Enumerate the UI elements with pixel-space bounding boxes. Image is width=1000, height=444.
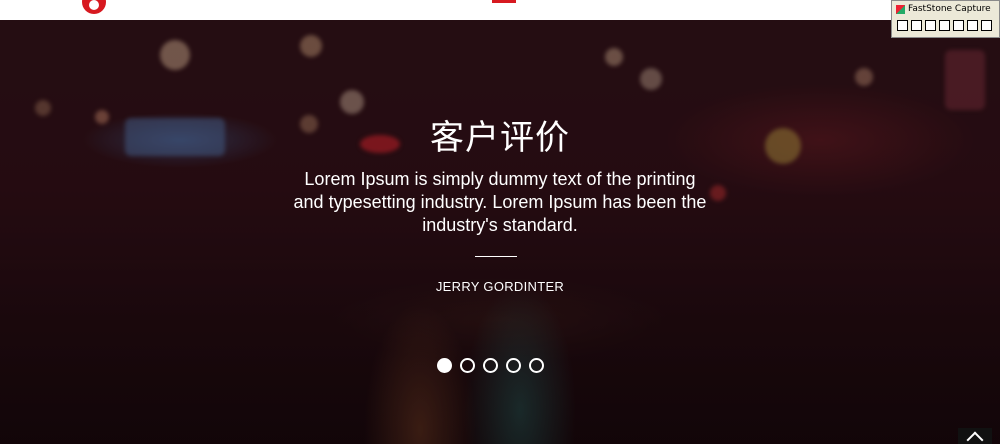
carousel-dot-4[interactable] — [506, 358, 521, 373]
brand-logo[interactable] — [82, 0, 106, 14]
capture-window-icon[interactable] — [897, 20, 908, 31]
testimonial-content: 客户评价 Lorem Ipsum is simply dummy text of… — [0, 20, 1000, 444]
carousel-dot-1[interactable] — [437, 358, 452, 373]
faststone-title: FastStone Capture — [908, 4, 991, 14]
capture-fullscreen-icon[interactable] — [953, 20, 964, 31]
carousel-dot-3[interactable] — [483, 358, 498, 373]
scroll-to-top-button[interactable] — [958, 428, 992, 444]
carousel-dot-2[interactable] — [460, 358, 475, 373]
capture-freehand-icon[interactable] — [939, 20, 950, 31]
carousel-dot-5[interactable] — [529, 358, 544, 373]
capture-rectangle-icon[interactable] — [925, 20, 936, 31]
faststone-capture-toolbar[interactable]: FastStone Capture — [891, 0, 1000, 38]
testimonial-hero: 客户评价 Lorem Ipsum is simply dummy text of… — [0, 20, 1000, 444]
divider — [475, 256, 517, 257]
faststone-tools — [892, 17, 999, 31]
active-nav-indicator — [492, 0, 516, 3]
capture-scrolling-icon[interactable] — [967, 20, 978, 31]
top-navbar — [0, 0, 1000, 20]
faststone-app-icon — [896, 4, 905, 14]
faststone-titlebar: FastStone Capture — [892, 1, 999, 17]
section-title: 客户评价 — [430, 118, 570, 158]
capture-menu-icon[interactable] — [981, 20, 992, 31]
carousel-pagination — [437, 358, 544, 373]
testimonial-quote: Lorem Ipsum is simply dummy text of the … — [293, 169, 707, 235]
testimonial-author: JERRY GORDINTER — [435, 279, 565, 294]
capture-object-icon[interactable] — [911, 20, 922, 31]
